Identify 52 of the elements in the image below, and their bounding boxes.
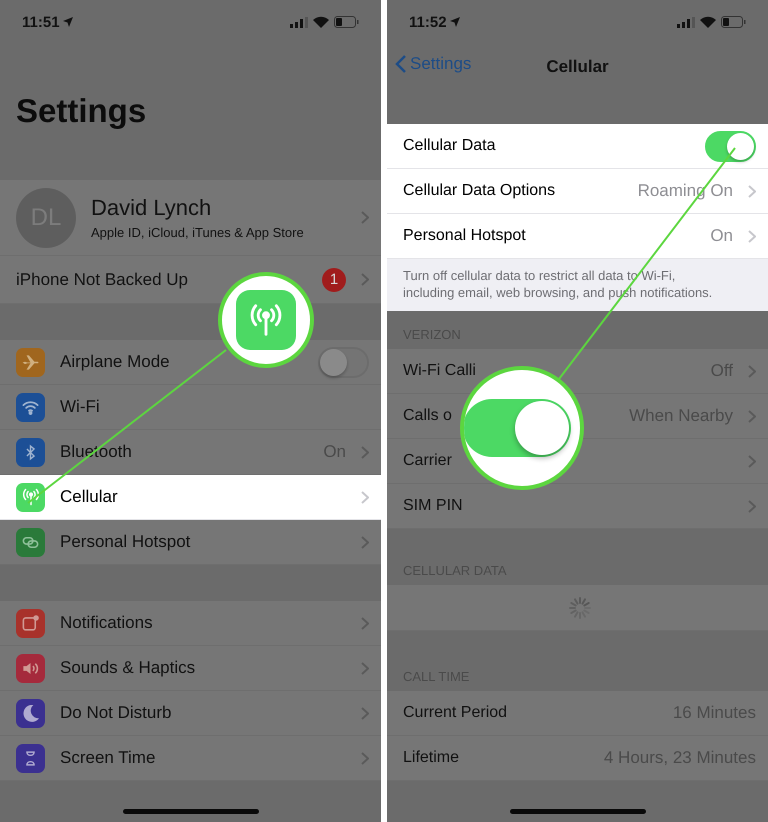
row-label: Cellular <box>60 487 119 507</box>
notification-badge: 1 <box>322 268 346 292</box>
row-label: Wi-Fi Calli <box>403 362 477 380</box>
back-chevron-icon <box>395 54 407 74</box>
settings-row[interactable]: Sounds & Haptics <box>0 646 381 691</box>
loading-spinner-icon <box>568 596 590 618</box>
row-label: Calls o <box>403 407 453 425</box>
row-label: Cellular Data <box>403 137 496 155</box>
page-title: Settings <box>15 91 148 131</box>
location-arrow-icon <box>450 17 460 27</box>
row-label: Sounds & Haptics <box>60 658 196 678</box>
row-label: Cellular Data Options <box>403 182 556 200</box>
nav-title: Cellular <box>546 57 609 77</box>
status-time: 11:52 <box>409 14 447 30</box>
notification-icon <box>21 614 40 632</box>
settings-row[interactable]: Notifications <box>0 601 381 646</box>
signal-icon <box>677 16 695 28</box>
signal-icon <box>290 16 308 28</box>
row-label: Personal Hotspot <box>403 227 527 245</box>
profile-subtitle: Apple ID, iCloud, iTunes & App Store <box>91 225 305 240</box>
row-label: Personal Hotspot <box>60 532 192 552</box>
settings-row[interactable]: Screen Time <box>0 736 381 781</box>
wifi-icon <box>313 16 329 28</box>
antenna-icon <box>20 487 40 507</box>
row-label: Airplane Mode <box>60 352 171 372</box>
settings-row[interactable]: Wi-Fi <box>0 385 381 430</box>
settings-row[interactable]: SIM PIN <box>387 484 768 529</box>
settings-row[interactable]: Cellular Data <box>387 124 768 169</box>
row-label: Do Not Disturb <box>60 703 172 723</box>
row-label: Wi-Fi <box>60 397 101 417</box>
row-label: Screen Time <box>60 748 156 768</box>
row-label: Current Period <box>403 704 508 722</box>
profile-name: David Lynch <box>91 195 212 221</box>
toggle-switch[interactable] <box>318 346 369 378</box>
settings-row[interactable]: Do Not Disturb <box>0 691 381 736</box>
status-time: 11:51 <box>22 14 60 30</box>
settings-row[interactable]: Cellular <box>0 475 381 520</box>
row-label: Carrier <box>403 452 453 470</box>
moon-icon <box>22 704 39 722</box>
battery-icon <box>721 16 746 28</box>
settings-row[interactable]: Personal Hotspot On <box>387 214 768 259</box>
airplane-icon <box>21 352 40 372</box>
battery-icon <box>334 16 359 28</box>
row-value: On <box>710 226 733 246</box>
row-label: Notifications <box>60 613 154 633</box>
toggle-switch[interactable] <box>705 130 756 162</box>
row-label: iPhone Not Backed Up <box>16 270 189 290</box>
wifi-icon <box>700 16 716 28</box>
row-label: SIM PIN <box>403 497 464 515</box>
row-label: Lifetime <box>403 749 460 767</box>
location-arrow-icon <box>62 17 73 27</box>
settings-row[interactable]: Personal Hotspot <box>0 520 381 565</box>
